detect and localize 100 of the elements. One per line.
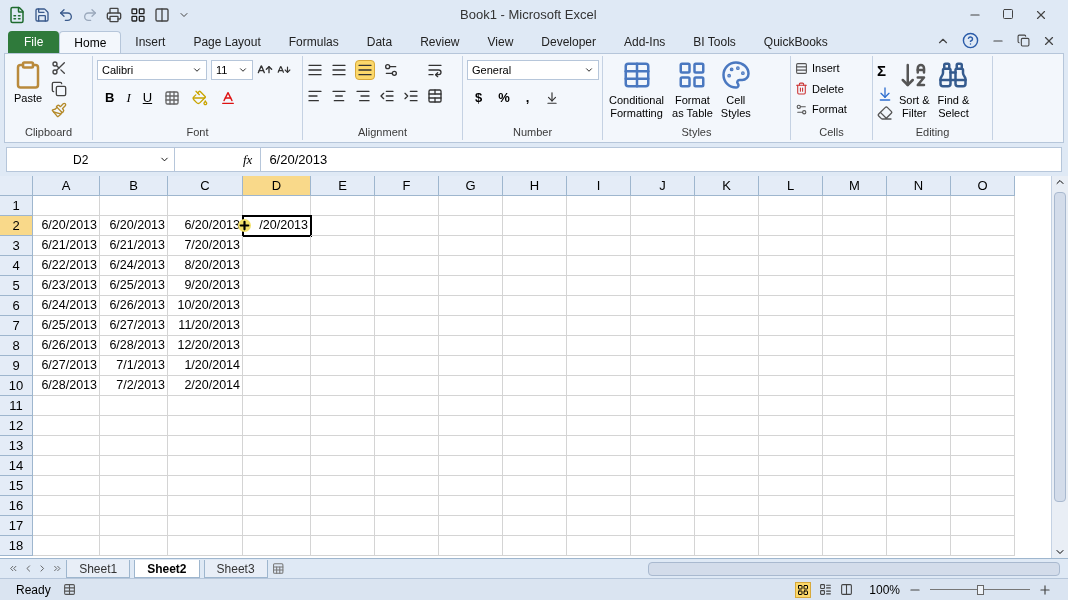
maximize-icon[interactable] <box>1002 8 1014 20</box>
column-header[interactable]: G <box>439 176 503 196</box>
page-break-view-icon[interactable] <box>840 583 854 596</box>
row-header[interactable]: 16 <box>0 496 33 516</box>
row-header[interactable]: 18 <box>0 536 33 556</box>
decrease-indent-icon[interactable] <box>379 88 395 104</box>
row-header[interactable]: 2 <box>0 216 33 236</box>
row-header[interactable]: 8 <box>0 336 33 356</box>
ribbon-tab[interactable]: Developer <box>527 31 610 53</box>
cells-button[interactable]: Insert <box>795 60 847 77</box>
row-header[interactable]: 13 <box>0 436 33 456</box>
borders-icon[interactable] <box>164 89 181 106</box>
row-header[interactable]: 17 <box>0 516 33 536</box>
column-header[interactable]: H <box>503 176 567 196</box>
zoom-level[interactable]: 100% <box>869 580 900 599</box>
styles-button[interactable]: Format as Table <box>670 60 715 120</box>
save-icon[interactable] <box>34 7 50 23</box>
fill-icon[interactable] <box>877 85 893 102</box>
row-header[interactable]: 9 <box>0 356 33 376</box>
grid-icon[interactable] <box>130 7 146 23</box>
close-icon[interactable] <box>1034 8 1048 22</box>
insert-function-button[interactable]: fx <box>243 149 253 170</box>
column-header[interactable]: D <box>243 176 311 196</box>
print-preview-icon[interactable] <box>106 7 122 23</box>
number-format-button[interactable]: $ <box>475 88 483 108</box>
vertical-scrollbar-thumb[interactable] <box>1054 192 1066 502</box>
horizontal-scrollbar[interactable] <box>648 561 1060 576</box>
styles-button[interactable]: Conditional Formatting <box>607 60 667 120</box>
macro-record-icon[interactable] <box>62 583 76 596</box>
row-header[interactable]: 10 <box>0 376 33 396</box>
zoom-in-icon[interactable] <box>1038 582 1052 597</box>
file-tab[interactable]: File <box>8 31 60 53</box>
cells-button[interactable]: Delete <box>795 80 847 97</box>
number-format-button[interactable]: , <box>525 88 530 108</box>
paste-button[interactable]: Paste <box>9 60 47 107</box>
row-header[interactable]: 6 <box>0 296 33 316</box>
bottom-align-icon[interactable] <box>355 60 375 80</box>
sheet-tab[interactable]: Sheet2 <box>134 559 200 578</box>
zoom-slider-thumb[interactable] <box>977 584 984 595</box>
autosum-button[interactable]: Σ <box>877 60 893 83</box>
insert-sheet-icon[interactable] <box>271 562 285 575</box>
page-layout-view-icon[interactable] <box>819 583 833 596</box>
ribbon-tab[interactable]: View <box>473 31 528 53</box>
row-header[interactable]: 15 <box>0 476 33 496</box>
column-header[interactable]: B <box>100 176 168 196</box>
ribbon-tab[interactable]: Insert <box>121 31 180 53</box>
ribbon-tab[interactable]: Review <box>406 31 474 53</box>
wrap-text-icon[interactable] <box>427 62 443 78</box>
editing-button[interactable]: Sort & Filter <box>897 60 932 120</box>
ribbon-tab[interactable]: QuickBooks <box>749 31 842 53</box>
row-header[interactable]: 12 <box>0 416 33 436</box>
font-style-button[interactable]: U <box>142 88 153 108</box>
ribbon-tab[interactable]: Page Layout <box>179 31 275 53</box>
ribbon-tab[interactable]: Data <box>352 31 407 53</box>
align-left-icon[interactable] <box>307 88 323 104</box>
sheet-tab[interactable]: Sheet3 <box>203 559 268 578</box>
styles-button[interactable]: Cell Styles <box>718 60 753 120</box>
cells-button[interactable]: Format <box>795 101 847 118</box>
eraser-icon[interactable] <box>877 104 893 121</box>
top-align-icon[interactable] <box>307 62 323 78</box>
formula-field[interactable]: 6/20/2013 <box>260 148 1061 171</box>
row-header[interactable]: 14 <box>0 456 33 476</box>
copy-icon[interactable] <box>51 81 67 97</box>
first-sheet-icon[interactable] <box>8 563 19 574</box>
format-painter-icon[interactable] <box>51 102 67 118</box>
excel-logo-icon[interactable] <box>8 6 26 24</box>
increase-indent-icon[interactable] <box>403 88 419 104</box>
column-header[interactable]: L <box>759 176 823 196</box>
align-right-icon[interactable] <box>355 88 371 104</box>
columns-icon[interactable] <box>154 7 170 23</box>
row-header[interactable]: 3 <box>0 236 33 256</box>
column-header[interactable]: O <box>951 176 1015 196</box>
name-box[interactable]: D2 <box>7 148 175 171</box>
font-name-field[interactable]: Calibri <box>97 60 207 80</box>
column-header[interactable]: M <box>823 176 887 196</box>
ribbon-tab[interactable]: BI Tools <box>679 31 750 53</box>
normal-view-icon[interactable] <box>795 581 812 598</box>
restore-icon[interactable] <box>1017 34 1030 47</box>
cut-icon[interactable] <box>51 60 67 76</box>
column-header[interactable]: F <box>375 176 439 196</box>
editing-button[interactable]: Find & Select <box>935 60 972 120</box>
font-size-field[interactable]: 11 <box>211 60 253 80</box>
column-header[interactable]: E <box>311 176 375 196</box>
column-header[interactable]: N <box>887 176 951 196</box>
column-header[interactable]: A <box>33 176 100 196</box>
sheet-tab[interactable]: Sheet1 <box>66 559 131 578</box>
row-header[interactable]: 11 <box>0 396 33 416</box>
ribbon-tab[interactable]: Home <box>59 31 122 53</box>
ribbon-tab[interactable]: Formulas <box>274 31 353 53</box>
row-header[interactable]: 1 <box>0 196 33 216</box>
font-style-button[interactable]: I <box>126 88 131 108</box>
number-format-field[interactable]: General <box>467 60 599 80</box>
column-header[interactable]: I <box>567 176 631 196</box>
row-header[interactable]: 5 <box>0 276 33 296</box>
font-style-button[interactable]: B <box>105 88 115 108</box>
help-icon[interactable] <box>962 32 979 49</box>
zoom-slider[interactable] <box>930 584 1030 595</box>
column-header[interactable]: J <box>631 176 695 196</box>
middle-align-icon[interactable] <box>331 62 347 78</box>
number-format-button[interactable]: % <box>498 88 510 108</box>
